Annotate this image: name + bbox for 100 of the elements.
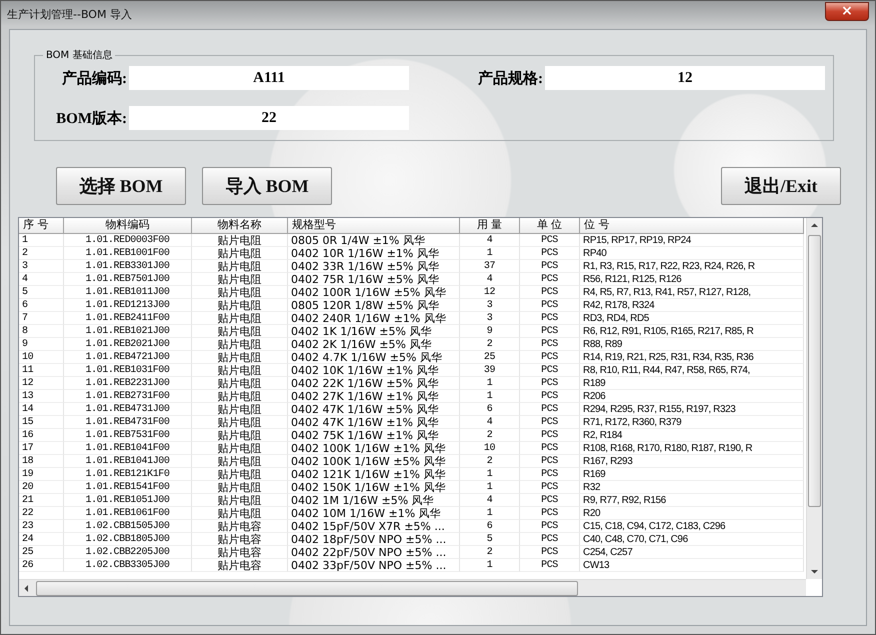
row-number-cell: 18 [19,455,64,468]
input-field[interactable]: 22 [129,106,409,130]
unit-cell: PCS [520,351,580,364]
row-number-cell: 13 [19,390,64,403]
designator-cell: R169 [580,468,804,481]
material-code-cell: 1.02.CBB1805J00 [64,533,192,546]
material-code-cell: 1.02.CBB1505J00 [64,520,192,533]
designator-cell: RP40 [580,247,804,260]
spec-cell: 0402 1M 1/16W ±5% 风华 [288,494,460,507]
spec-cell: 0402 15pF/50V X7R ±5% ... [288,520,460,533]
quantity-cell: 39 [460,364,520,377]
column-header[interactable]: 物料名称 [192,218,288,234]
unit-cell: PCS [520,312,580,325]
row-number-cell: 15 [19,416,64,429]
spec-cell: 0402 10M 1/16W ±1% 风华 [288,507,460,520]
row-number-cell: 20 [19,481,64,494]
material-code-cell: 1.01.REB1001F00 [64,247,192,260]
designator-cell: R56, R121, R125, R126 [580,273,804,286]
material-name-cell: 贴片电阻 [192,286,288,299]
column-header[interactable]: 规格型号 [288,218,460,234]
scroll-thumb[interactable] [36,580,578,596]
unit-cell: PCS [520,481,580,494]
unit-cell: PCS [520,507,580,520]
row-number-cell: 10 [19,351,64,364]
material-code-cell: 1.01.REB2731F00 [64,390,192,403]
quantity-cell: 5 [460,533,520,546]
quantity-cell: 25 [460,351,520,364]
material-name-cell: 贴片电阻 [192,429,288,442]
designator-cell: R294, R295, R37, R155, R197, R323 [580,403,804,416]
quantity-cell: 4 [460,234,520,247]
unit-cell: PCS [520,364,580,377]
unit-cell: PCS [520,273,580,286]
unit-cell: PCS [520,299,580,312]
material-code-cell: 1.01.REB1541F00 [64,481,192,494]
column-header[interactable]: 单 位 [520,218,580,234]
column-header[interactable]: 位 号 [580,218,804,234]
input-field[interactable]: A111 [129,66,409,90]
designator-cell: CW13 [580,559,804,572]
designator-cell: R8, R10, R11, R44, R47, R58, R65, R74, [580,364,804,377]
designator-cell: C254, C257 [580,546,804,559]
material-name-cell: 贴片电阻 [192,312,288,325]
material-name-cell: 贴片电容 [192,546,288,559]
quantity-cell: 2 [460,429,520,442]
designator-cell: RP15, RP17, RP19, RP24 [580,234,804,247]
designator-cell: R9, R77, R92, R156 [580,494,804,507]
quantity-cell: 4 [460,273,520,286]
unit-cell: PCS [520,260,580,273]
spec-cell: 0402 75R 1/16W ±5% 风华 [288,273,460,286]
material-name-cell: 贴片电阻 [192,299,288,312]
quantity-cell: 2 [460,338,520,351]
unit-cell: PCS [520,468,580,481]
spec-cell: 0402 10R 1/16W ±1% 风华 [288,247,460,260]
window-title: 生产计划管理--BOM 导入 [7,6,132,22]
row-number-cell: 26 [19,559,64,572]
material-name-cell: 贴片电阻 [192,507,288,520]
input-field[interactable]: 12 [545,66,825,90]
action-button[interactable]: 选择 BOM [56,167,186,205]
material-name-cell: 贴片电阻 [192,390,288,403]
column-header[interactable]: 物料编码 [64,218,192,234]
quantity-cell: 1 [460,468,520,481]
material-name-cell: 贴片电容 [192,559,288,572]
spec-cell: 0402 75K 1/16W ±1% 风华 [288,429,460,442]
material-name-cell: 贴片电阻 [192,455,288,468]
material-code-cell: 1.01.REB1061F00 [64,507,192,520]
designator-cell: R206 [580,390,804,403]
spec-cell: 0402 47K 1/16W ±1% 风华 [288,416,460,429]
designator-cell: C40, C48, C70, C71, C96 [580,533,804,546]
spec-cell: 0402 100K 1/16W ±5% 风华 [288,455,460,468]
designator-cell: R42, R178, R324 [580,299,804,312]
spec-cell: 0402 22K 1/16W ±5% 风华 [288,377,460,390]
material-code-cell: 1.01.REB4731F00 [64,416,192,429]
material-name-cell: 贴片电阻 [192,364,288,377]
column-header[interactable]: 序 号 [19,218,64,234]
scroll-thumb[interactable] [808,235,821,507]
unit-cell: PCS [520,390,580,403]
row-number-cell: 3 [19,260,64,273]
row-number-cell: 5 [19,286,64,299]
quantity-cell: 1 [460,559,520,572]
action-button[interactable]: 导入 BOM [202,167,332,205]
unit-cell: PCS [520,377,580,390]
material-code-cell: 1.01.REB1011J00 [64,286,192,299]
quantity-cell: 12 [460,286,520,299]
material-name-cell: 贴片电阻 [192,338,288,351]
row-number-cell: 24 [19,533,64,546]
unit-cell: PCS [520,325,580,338]
spec-cell: 0402 18pF/50V NPO ±5% ... [288,533,460,546]
unit-cell: PCS [520,533,580,546]
material-code-cell: 1.01.REB1041F00 [64,442,192,455]
spec-cell: 0402 100R 1/16W ±5% 风华 [288,286,460,299]
field-label: 产品规格: [477,69,544,88]
quantity-cell: 1 [460,247,520,260]
close-button[interactable]: × [825,2,869,20]
column-header[interactable]: 用 量 [460,218,520,234]
vertical-scrollbar[interactable] [806,218,822,579]
row-number-cell: 2 [19,247,64,260]
quantity-cell: 37 [460,260,520,273]
exit-button[interactable]: 退出/Exit [721,167,841,205]
group-title: BOM 基础信息 [45,48,114,62]
field-label: 产品编码: [61,69,128,88]
horizontal-scrollbar[interactable] [19,579,806,596]
